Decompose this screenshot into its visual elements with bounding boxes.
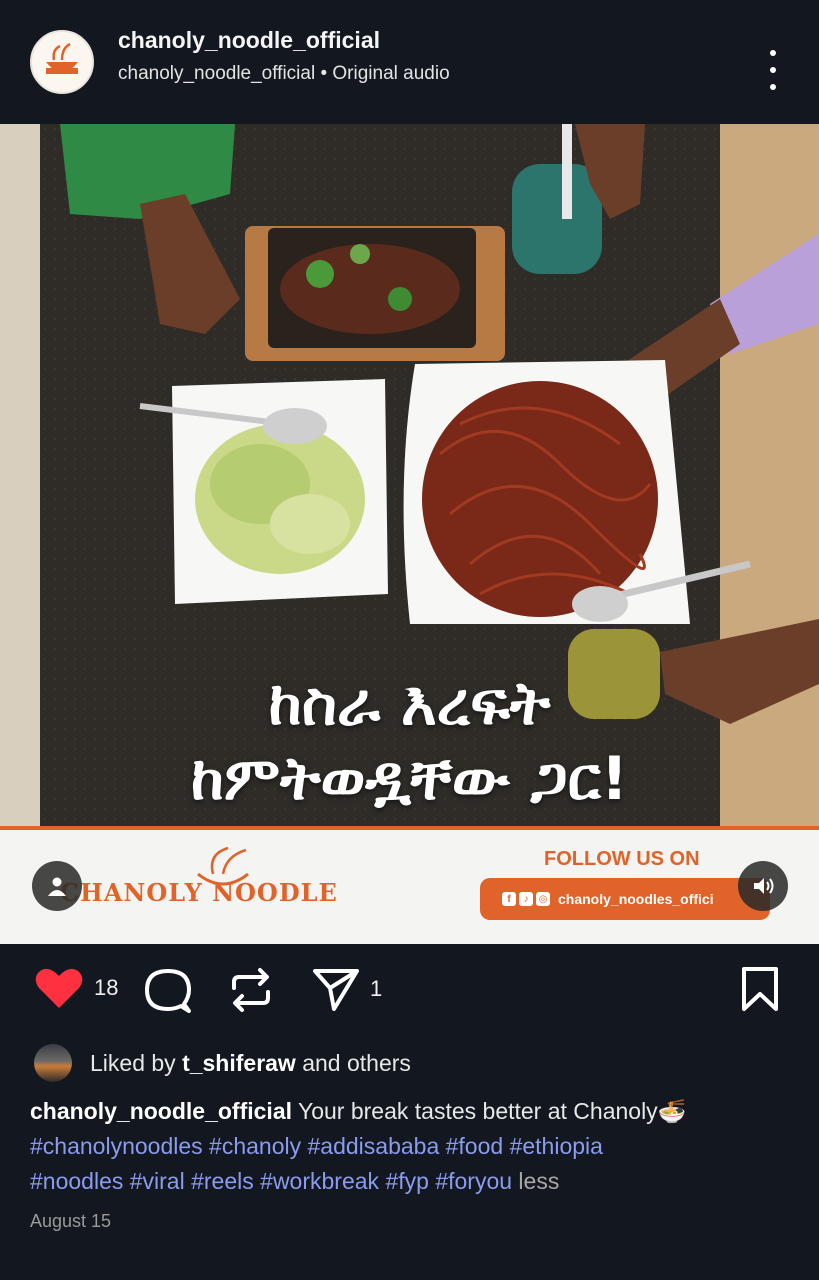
action-bar: 18 1 (0, 944, 819, 1040)
liked-by-prefix: Liked by (90, 1049, 176, 1076)
brand-banner: CHANOLY NOODLE FOLLOW US ON f ♪ ◎ chanol… (0, 826, 819, 944)
audio-info[interactable]: chanoly_noodle_official • Original audio (118, 63, 450, 85)
mute-button[interactable] (738, 861, 788, 911)
post-caption: chanoly_noodle_official Your break taste… (30, 1094, 790, 1199)
repost-group (228, 966, 274, 1014)
more-options-button[interactable] (763, 50, 783, 90)
like-count[interactable]: 18 (94, 975, 118, 1001)
tiktok-icon: ♪ (519, 892, 533, 906)
hashtag[interactable]: #noodles (30, 1168, 123, 1194)
share-group: 1 (312, 966, 382, 1012)
social-handle-pill: f ♪ ◎ chanoly_noodles_offici (480, 878, 770, 920)
hashtag[interactable]: #reels (191, 1168, 254, 1194)
facebook-icon: f (502, 892, 516, 906)
comment-group (143, 966, 193, 1016)
hashtag[interactable]: #fyp (385, 1168, 428, 1194)
profile-avatar[interactable] (30, 30, 94, 94)
less-link[interactable]: less (518, 1168, 559, 1194)
bookmark-icon[interactable] (740, 966, 780, 1012)
speaker-icon (754, 878, 774, 894)
send-icon[interactable] (312, 966, 360, 1012)
share-count[interactable]: 1 (370, 976, 382, 1002)
caption-text: Your break tastes better at Chanoly🍜 (297, 1098, 687, 1124)
liker-avatar[interactable] (34, 1044, 72, 1082)
liked-by-row[interactable]: Liked by t_shiferaw and others (34, 1044, 411, 1082)
hashtag[interactable]: #workbreak (260, 1168, 379, 1194)
hashtag[interactable]: #addisababa (308, 1133, 440, 1159)
person-icon (48, 877, 66, 896)
liked-by-suffix[interactable]: and others (302, 1050, 411, 1077)
post-username[interactable]: chanoly_noodle_official (118, 27, 450, 54)
heart-icon[interactable] (34, 966, 84, 1010)
hashtag[interactable]: #ethiopia (510, 1133, 603, 1159)
social-handle: chanoly_noodles_offici (558, 891, 714, 907)
comment-icon[interactable] (143, 966, 193, 1016)
post-date: August 15 (30, 1211, 112, 1231)
caption-author[interactable]: chanoly_noodle_official (30, 1098, 292, 1124)
noodle-bowl-icon (46, 42, 78, 74)
post-header: chanoly_noodle_official chanoly_noodle_o… (0, 0, 819, 124)
tagged-people-button[interactable] (32, 861, 82, 911)
post-media[interactable]: ከስራ እረፍት ከምትወዷቸው ጋር! CHANOLY NOODLE FOLL… (0, 124, 819, 944)
like-group: 18 (34, 966, 118, 1010)
liked-by-user[interactable]: t_shiferaw (182, 1050, 296, 1077)
follow-us-label: FOLLOW US ON (544, 848, 700, 870)
instagram-icon: ◎ (536, 892, 550, 906)
save-group (740, 966, 780, 1012)
brand-logo-text: CHANOLY NOODLE (60, 878, 338, 907)
food-photo (0, 124, 819, 944)
hashtag[interactable]: #chanoly (209, 1133, 301, 1159)
hashtag[interactable]: #food (446, 1133, 504, 1159)
hashtag[interactable]: #viral (130, 1168, 185, 1194)
repost-icon[interactable] (228, 966, 274, 1014)
hashtag[interactable]: #foryou (435, 1168, 512, 1194)
overlay-text-line1: ከስራ እረፍት (268, 669, 551, 739)
hashtag[interactable]: #chanolynoodles (30, 1133, 203, 1159)
overlay-text-line2: ከምትወዷቸው ጋር! (190, 744, 629, 814)
